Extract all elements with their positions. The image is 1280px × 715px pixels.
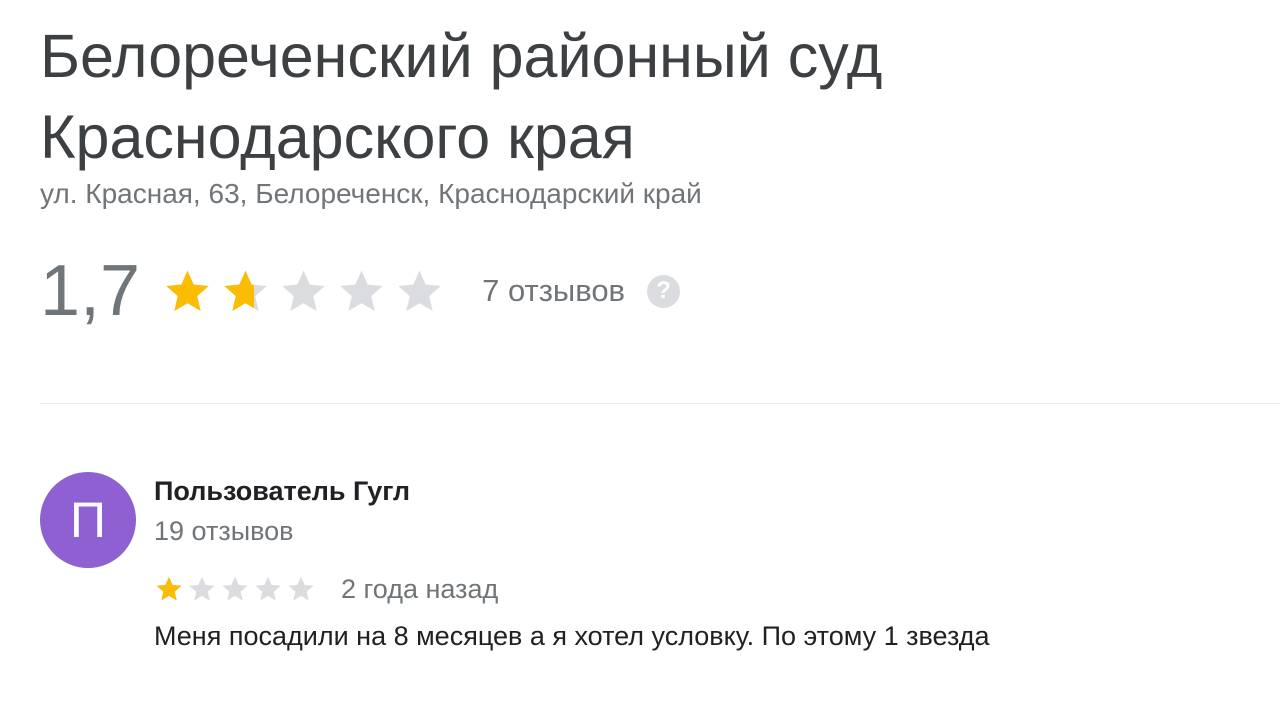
- rating-star-icon: [224, 270, 267, 311]
- review-star-icon: [189, 576, 215, 601]
- rating-star-icon: [340, 270, 383, 311]
- question-mark-circle-icon[interactable]: ?: [647, 274, 681, 308]
- rating-star-icon: [166, 270, 209, 311]
- place-header: Белореченский районный суд Краснодарског…: [40, 16, 1240, 212]
- review-stars: [154, 574, 319, 604]
- reviewer-review-count: 19 отзывов: [154, 516, 294, 546]
- place-title-line-2: Краснодарского края: [40, 103, 635, 171]
- rating-value: 1,7: [40, 251, 141, 331]
- avatar[interactable]: П: [40, 472, 136, 568]
- reviews-count-link[interactable]: 7 отзывов: [482, 273, 625, 309]
- review-body: Пользователь Гугл 19 отзывов 2 года наза…: [154, 472, 1234, 655]
- rating-star-icon: [282, 270, 325, 311]
- rating-stars: [162, 266, 452, 317]
- rating-summary: 1,7 7 отзывов ?: [40, 246, 681, 336]
- review-star-icon: [222, 576, 248, 601]
- place-title: Белореченский районный суд Краснодарског…: [40, 16, 1240, 178]
- rating-star-icon: [398, 270, 441, 311]
- place-title-line-1: Белореченский районный суд: [40, 22, 883, 90]
- review-date: 2 года назад: [341, 573, 499, 604]
- review-star-icon: [156, 576, 182, 601]
- reviewer-name[interactable]: Пользователь Гугл: [154, 472, 1234, 510]
- review-text: Меня посадили на 8 месяцев а я хотел усл…: [154, 621, 990, 651]
- review-rating-row: 2 года назад: [154, 569, 1234, 609]
- review-star-icon: [255, 576, 281, 601]
- review-star-icon: [288, 576, 314, 601]
- section-divider: [40, 403, 1280, 404]
- place-address: ул. Красная, 63, Белореченск, Краснодарс…: [40, 178, 702, 209]
